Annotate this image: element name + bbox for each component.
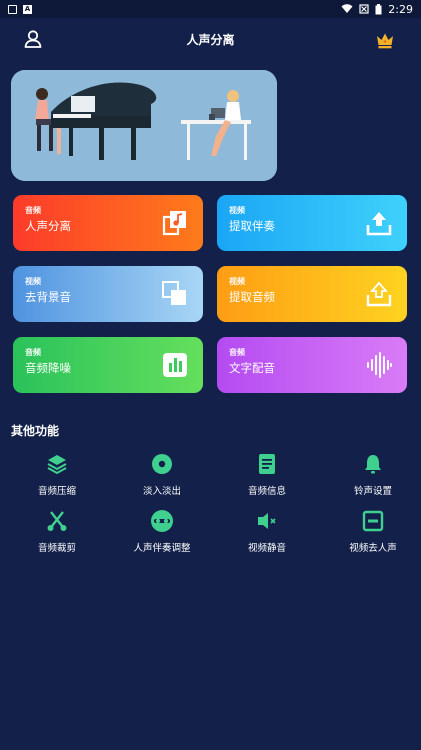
scissors-icon xyxy=(47,511,67,531)
func-label: 音频压缩 xyxy=(37,486,76,497)
func-label: 音频裁剪 xyxy=(37,543,76,554)
box-minus-icon xyxy=(362,510,384,532)
notification-square-icon xyxy=(8,4,17,14)
page-title: 人声分离 xyxy=(186,33,235,47)
card-remove-background-sound[interactable]: 视频 去背景音 xyxy=(13,266,203,322)
card-vocal-separation[interactable]: 音频 人声分离 xyxy=(13,195,203,251)
func-label: 淡入淡出 xyxy=(142,486,181,497)
func-label: 视频静音 xyxy=(247,543,286,554)
func-audio-compress[interactable]: 音频压缩 xyxy=(7,452,107,497)
card-extract-audio[interactable]: 视频 提取音频 xyxy=(217,266,407,322)
func-audio-info[interactable]: 音频信息 xyxy=(217,452,317,497)
cassette-icon xyxy=(151,510,173,532)
wifi-icon xyxy=(341,4,353,13)
bell-icon xyxy=(365,455,381,474)
speaker-mute-icon xyxy=(258,513,276,529)
card-audio-denoise[interactable]: 音频 音频降噪 xyxy=(13,337,203,393)
func-ringtone-settings[interactable]: 铃声设置 xyxy=(323,452,421,497)
no-sim-icon xyxy=(359,4,369,14)
func-audio-trim[interactable]: 音频裁剪 xyxy=(7,509,107,554)
disc-icon xyxy=(152,454,172,474)
section-title-other: 其他功能 xyxy=(11,424,60,438)
func-video-mute[interactable]: 视频静音 xyxy=(217,509,317,554)
func-video-remove-vocals[interactable]: 视频去人声 xyxy=(323,509,421,554)
layers-icon xyxy=(47,455,67,475)
upload-tray-icon xyxy=(366,281,392,307)
battery-icon xyxy=(375,3,382,14)
func-label: 人声伴奏调整 xyxy=(133,543,191,554)
clock: 2:29 xyxy=(388,2,413,16)
layers-square-icon xyxy=(162,281,186,305)
app-header: 人声分离 xyxy=(0,26,421,54)
card-extract-accompaniment[interactable]: 视频 提取伴奏 xyxy=(217,195,407,251)
piano-illustration xyxy=(11,70,277,181)
hero-banner[interactable] xyxy=(11,70,277,181)
upload-tray-icon xyxy=(366,212,392,236)
vip-crown-icon[interactable] xyxy=(374,29,396,51)
equalizer-icon xyxy=(163,353,187,377)
notification-a-icon: A xyxy=(23,4,32,14)
document-icon xyxy=(259,454,275,474)
waveform-icon xyxy=(367,352,392,378)
func-label: 视频去人声 xyxy=(349,543,397,554)
func-label: 音频信息 xyxy=(247,486,286,497)
func-label: 铃声设置 xyxy=(353,486,392,497)
status-bar: A 2:29 xyxy=(0,0,421,18)
music-file-icon xyxy=(162,211,186,236)
func-fade[interactable]: 淡入淡出 xyxy=(112,452,212,497)
card-text-to-speech[interactable]: 音频 文字配音 xyxy=(217,337,407,393)
func-vocal-accompaniment-adjust[interactable]: 人声伴奏调整 xyxy=(112,509,212,554)
